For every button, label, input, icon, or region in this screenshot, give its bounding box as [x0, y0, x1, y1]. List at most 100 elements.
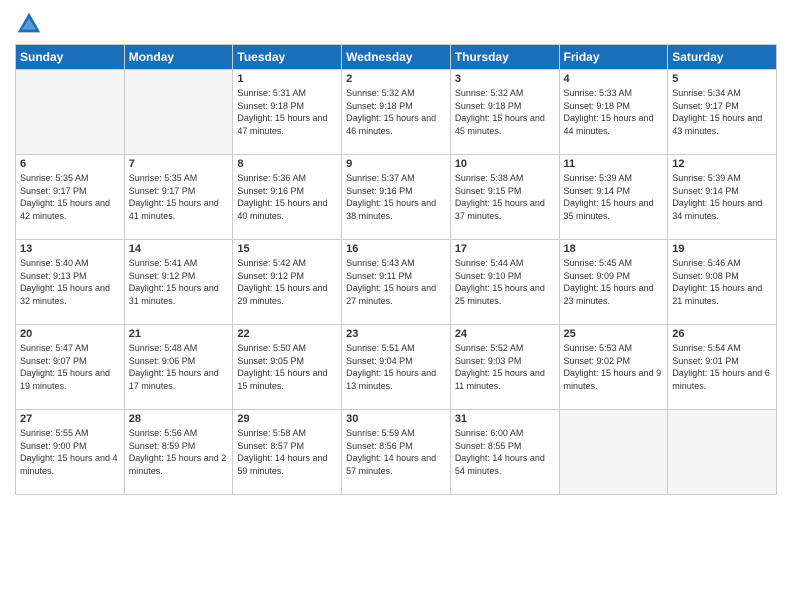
calendar-cell: 26Sunrise: 5:54 AM Sunset: 9:01 PM Dayli… — [668, 325, 777, 410]
calendar-cell: 19 Sunrise: 5:46 AM Sunset: 9:08 PM Dayli… — [668, 240, 777, 325]
day-info: Sunrise: 5:45 AM Sunset: 9:09 PM Dayligh… — [564, 257, 664, 307]
weekday-header-saturday: Saturday — [668, 45, 777, 70]
calendar-cell: 2 Sunrise: 5:32 AM Sunset: 9:18 PM Daylig… — [342, 70, 451, 155]
calendar-cell: 23 Sunrise: 5:51 AM Sunset: 9:04 PM Dayli… — [342, 325, 451, 410]
day-number: 4 — [564, 73, 664, 85]
day-info: Sunrise: 5:42 AM Sunset: 9:12 PM Dayligh… — [237, 257, 337, 307]
calendar-cell: 6 Sunrise: 5:35 AM Sunset: 9:17 PM Daylig… — [16, 155, 125, 240]
calendar-cell: 31 Sunrise: 6:00 AM Sunset: 8:55 PM Dayli… — [450, 410, 559, 495]
day-info: Sunrise: 5:58 AM Sunset: 8:57 PM Dayligh… — [237, 427, 337, 477]
logo-icon — [15, 10, 43, 38]
day-number: 26 — [672, 328, 772, 340]
day-info: Sunrise: 5:34 AM Sunset: 9:17 PM Dayligh… — [672, 87, 772, 137]
header — [15, 10, 777, 38]
day-number: 11 — [564, 158, 664, 170]
day-number: 29 — [237, 413, 337, 425]
calendar-cell: 5 Sunrise: 5:34 AM Sunset: 9:17 PM Daylig… — [668, 70, 777, 155]
day-info: Sunrise: 5:40 AM Sunset: 9:13 PM Dayligh… — [20, 257, 120, 307]
calendar-cell: 24 Sunrise: 5:52 AM Sunset: 9:03 PM Dayli… — [450, 325, 559, 410]
calendar-cell: 29 Sunrise: 5:58 AM Sunset: 8:57 PM Dayli… — [233, 410, 342, 495]
calendar-cell — [16, 70, 125, 155]
page: SundayMondayTuesdayWednesdayThursdayFrid… — [0, 0, 792, 612]
calendar-cell: 10Sunrise: 5:38 AM Sunset: 9:15 PM Dayli… — [450, 155, 559, 240]
calendar-cell: 21 Sunrise: 5:48 AM Sunset: 9:06 PM Dayli… — [124, 325, 233, 410]
day-info: Sunrise: 5:51 AM Sunset: 9:04 PM Dayligh… — [346, 342, 446, 392]
day-number: 21 — [129, 328, 229, 340]
day-info: Sunrise: 5:46 AM Sunset: 9:08 PM Dayligh… — [672, 257, 772, 307]
day-number: 18 — [564, 243, 664, 255]
day-number: 28 — [129, 413, 229, 425]
day-number: 16 — [346, 243, 446, 255]
week-row-1: 6 Sunrise: 5:35 AM Sunset: 9:17 PM Daylig… — [16, 155, 777, 240]
day-info: Sunrise: 5:37 AM Sunset: 9:16 PM Dayligh… — [346, 172, 446, 222]
weekday-header-wednesday: Wednesday — [342, 45, 451, 70]
weekday-header-monday: Monday — [124, 45, 233, 70]
day-info: Sunrise: 5:35 AM Sunset: 9:17 PM Dayligh… — [20, 172, 120, 222]
day-number: 22 — [237, 328, 337, 340]
calendar-cell: 9Sunrise: 5:37 AM Sunset: 9:16 PM Daylig… — [342, 155, 451, 240]
day-number: 25 — [564, 328, 664, 340]
day-number: 31 — [455, 413, 555, 425]
calendar-cell: 16 Sunrise: 5:43 AM Sunset: 9:11 PM Dayli… — [342, 240, 451, 325]
calendar-cell: 28 Sunrise: 5:56 AM Sunset: 8:59 PM Dayli… — [124, 410, 233, 495]
calendar-cell: 4Sunrise: 5:33 AM Sunset: 9:18 PM Daylig… — [559, 70, 668, 155]
calendar-cell: 17Sunrise: 5:44 AM Sunset: 9:10 PM Dayli… — [450, 240, 559, 325]
day-number: 15 — [237, 243, 337, 255]
calendar-cell: 1 Sunrise: 5:31 AM Sunset: 9:18 PM Daylig… — [233, 70, 342, 155]
day-info: Sunrise: 5:59 AM Sunset: 8:56 PM Dayligh… — [346, 427, 446, 477]
day-number: 30 — [346, 413, 446, 425]
calendar-cell — [668, 410, 777, 495]
day-number: 5 — [672, 73, 772, 85]
day-number: 27 — [20, 413, 120, 425]
day-info: Sunrise: 5:38 AM Sunset: 9:15 PM Dayligh… — [455, 172, 555, 222]
weekday-header-tuesday: Tuesday — [233, 45, 342, 70]
calendar-cell: 3Sunrise: 5:32 AM Sunset: 9:18 PM Daylig… — [450, 70, 559, 155]
day-info: Sunrise: 5:52 AM Sunset: 9:03 PM Dayligh… — [455, 342, 555, 392]
calendar-cell: 25 Sunrise: 5:53 AM Sunset: 9:02 PM Dayli… — [559, 325, 668, 410]
calendar-cell — [559, 410, 668, 495]
weekday-header-row: SundayMondayTuesdayWednesdayThursdayFrid… — [16, 45, 777, 70]
day-number: 20 — [20, 328, 120, 340]
day-number: 19 — [672, 243, 772, 255]
day-info: Sunrise: 5:36 AM Sunset: 9:16 PM Dayligh… — [237, 172, 337, 222]
day-number: 14 — [129, 243, 229, 255]
week-row-2: 13 Sunrise: 5:40 AM Sunset: 9:13 PM Dayli… — [16, 240, 777, 325]
calendar-cell: 8 Sunrise: 5:36 AM Sunset: 9:16 PM Daylig… — [233, 155, 342, 240]
calendar-cell: 15 Sunrise: 5:42 AM Sunset: 9:12 PM Dayli… — [233, 240, 342, 325]
day-info: Sunrise: 5:35 AM Sunset: 9:17 PM Dayligh… — [129, 172, 229, 222]
calendar-table: SundayMondayTuesdayWednesdayThursdayFrid… — [15, 44, 777, 495]
calendar-cell: 27Sunrise: 5:55 AM Sunset: 9:00 PM Dayli… — [16, 410, 125, 495]
calendar-cell: 18 Sunrise: 5:45 AM Sunset: 9:09 PM Dayli… — [559, 240, 668, 325]
day-info: Sunrise: 5:32 AM Sunset: 9:18 PM Dayligh… — [346, 87, 446, 137]
week-row-4: 27Sunrise: 5:55 AM Sunset: 9:00 PM Dayli… — [16, 410, 777, 495]
day-info: Sunrise: 5:39 AM Sunset: 9:14 PM Dayligh… — [672, 172, 772, 222]
day-info: Sunrise: 5:43 AM Sunset: 9:11 PM Dayligh… — [346, 257, 446, 307]
day-number: 3 — [455, 73, 555, 85]
day-info: Sunrise: 5:48 AM Sunset: 9:06 PM Dayligh… — [129, 342, 229, 392]
day-number: 23 — [346, 328, 446, 340]
calendar-cell: 13 Sunrise: 5:40 AM Sunset: 9:13 PM Dayli… — [16, 240, 125, 325]
day-info: Sunrise: 5:44 AM Sunset: 9:10 PM Dayligh… — [455, 257, 555, 307]
calendar-cell: 20Sunrise: 5:47 AM Sunset: 9:07 PM Dayli… — [16, 325, 125, 410]
calendar-cell: 30 Sunrise: 5:59 AM Sunset: 8:56 PM Dayli… — [342, 410, 451, 495]
week-row-0: 1 Sunrise: 5:31 AM Sunset: 9:18 PM Daylig… — [16, 70, 777, 155]
day-info: Sunrise: 5:56 AM Sunset: 8:59 PM Dayligh… — [129, 427, 229, 477]
day-info: Sunrise: 5:31 AM Sunset: 9:18 PM Dayligh… — [237, 87, 337, 137]
day-number: 6 — [20, 158, 120, 170]
calendar-cell: 12 Sunrise: 5:39 AM Sunset: 9:14 PM Dayli… — [668, 155, 777, 240]
weekday-header-friday: Friday — [559, 45, 668, 70]
day-number: 2 — [346, 73, 446, 85]
day-number: 24 — [455, 328, 555, 340]
day-number: 13 — [20, 243, 120, 255]
day-number: 1 — [237, 73, 337, 85]
day-info: Sunrise: 5:50 AM Sunset: 9:05 PM Dayligh… — [237, 342, 337, 392]
calendar-cell — [124, 70, 233, 155]
day-info: Sunrise: 6:00 AM Sunset: 8:55 PM Dayligh… — [455, 427, 555, 477]
day-info: Sunrise: 5:53 AM Sunset: 9:02 PM Dayligh… — [564, 342, 664, 392]
day-info: Sunrise: 5:41 AM Sunset: 9:12 PM Dayligh… — [129, 257, 229, 307]
calendar-cell: 7Sunrise: 5:35 AM Sunset: 9:17 PM Daylig… — [124, 155, 233, 240]
logo — [15, 10, 47, 38]
weekday-header-sunday: Sunday — [16, 45, 125, 70]
day-number: 12 — [672, 158, 772, 170]
day-number: 8 — [237, 158, 337, 170]
